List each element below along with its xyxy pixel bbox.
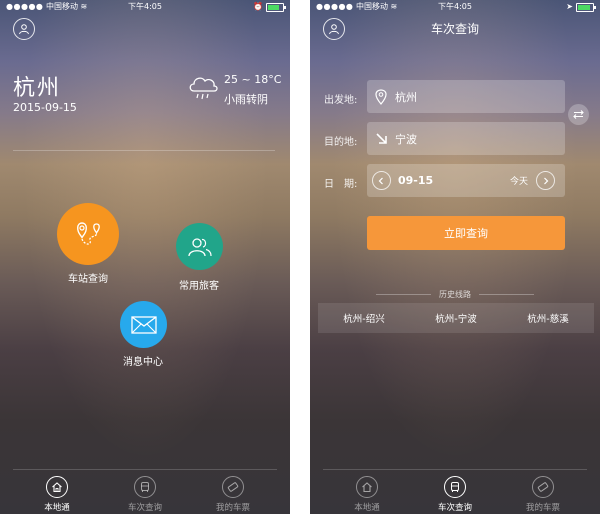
tab-bar: 本地通 车次查询 我的车票 bbox=[323, 469, 587, 514]
status-bar: ●●●●● 中国移动 ≋ 下午4:05 ➤ bbox=[310, 0, 600, 14]
tab-train-query-label: 车次查询 bbox=[437, 503, 472, 513]
status-bar: ●●●●● 中国移动 ≋ 下午4:05 ⏰ bbox=[0, 0, 290, 14]
date-label: 日 期: bbox=[324, 179, 358, 190]
battery-icon bbox=[266, 2, 286, 12]
cloud-rain-icon bbox=[189, 77, 218, 100]
ticket-icon bbox=[222, 476, 244, 498]
history-title: 历史线路 bbox=[439, 290, 471, 299]
swap-icon bbox=[573, 110, 584, 119]
page-title: 车次查询 bbox=[430, 22, 479, 36]
history-list: 杭州-绍兴 杭州-宁波 杭州-慈溪 bbox=[318, 303, 594, 333]
date-prev-button[interactable] bbox=[371, 171, 391, 190]
alarm-icon: ⏰ bbox=[253, 2, 263, 11]
current-date: 2015-09-15 bbox=[13, 101, 77, 114]
location-arrow-icon: ➤ bbox=[566, 2, 573, 11]
user-icon bbox=[19, 24, 29, 35]
history-header: 历史线路 bbox=[310, 289, 600, 300]
query-screen: ●●●●● 中国移动 ≋ 下午4:05 ➤ 车次查询 出发地: 杭州 目的地: … bbox=[310, 0, 600, 514]
date-prev-wrap bbox=[367, 171, 395, 190]
background bbox=[310, 0, 600, 514]
station-query-label: 车站查询 bbox=[68, 274, 108, 285]
from-label: 出发地: bbox=[324, 95, 358, 106]
user-profile-button[interactable] bbox=[13, 18, 35, 40]
date-value: 09-15 bbox=[398, 174, 434, 187]
bus-icon bbox=[134, 476, 156, 498]
city-name[interactable]: 杭州 bbox=[13, 70, 61, 102]
chevron-right-icon bbox=[543, 177, 548, 184]
temperature: 25 ~ 18°C bbox=[224, 73, 282, 86]
weather-description: 小雨转阴 bbox=[224, 93, 268, 106]
to-label: 目的地: bbox=[324, 137, 358, 148]
tab-bar: 本地通 车次查询 我的车票 bbox=[13, 469, 277, 514]
tab-train-query[interactable]: 车次查询 bbox=[411, 470, 499, 514]
history-item[interactable]: 杭州-宁波 bbox=[410, 303, 502, 333]
tab-train-query-label: 车次查询 bbox=[127, 503, 162, 513]
divider bbox=[479, 294, 534, 295]
arrow-down-right-icon bbox=[367, 132, 395, 145]
tab-local[interactable]: 本地通 bbox=[323, 470, 411, 514]
history-item[interactable]: 杭州-慈溪 bbox=[502, 303, 594, 333]
home-icon bbox=[46, 476, 68, 498]
tab-local-label: 本地通 bbox=[354, 503, 380, 513]
date-day: 今天 bbox=[509, 177, 528, 187]
to-value: 宁波 bbox=[395, 132, 417, 146]
tab-train-query[interactable]: 车次查询 bbox=[101, 470, 189, 514]
divider bbox=[376, 294, 431, 295]
tab-my-tickets[interactable]: 我的车票 bbox=[499, 470, 587, 514]
date-next-button[interactable] bbox=[536, 171, 555, 190]
tab-local[interactable]: 本地通 bbox=[13, 470, 101, 514]
status-time: 下午4:05 bbox=[438, 2, 472, 11]
tab-local-label: 本地通 bbox=[44, 503, 70, 513]
from-field[interactable]: 杭州 bbox=[367, 80, 565, 113]
message-center-label: 消息中心 bbox=[123, 357, 163, 368]
bus-icon bbox=[444, 476, 466, 498]
frequent-passengers-label: 常用旅客 bbox=[179, 281, 219, 292]
users-icon bbox=[187, 237, 212, 256]
status-right: ⏰ bbox=[253, 0, 286, 14]
home-screen: ●●●●● 中国移动 ≋ 下午4:05 ⏰ 杭州 2015-09-15 25 ~… bbox=[0, 0, 290, 514]
tab-my-tickets-label: 我的车票 bbox=[525, 503, 560, 513]
to-field[interactable]: 宁波 bbox=[367, 122, 565, 155]
frequent-passengers-button[interactable] bbox=[176, 223, 223, 270]
battery-icon bbox=[576, 2, 596, 12]
location-pin-icon bbox=[367, 88, 395, 105]
from-value: 杭州 bbox=[395, 90, 417, 104]
status-time: 下午4:05 bbox=[128, 2, 162, 11]
mail-icon bbox=[130, 315, 157, 334]
home-icon bbox=[356, 476, 378, 498]
ticket-icon bbox=[532, 476, 554, 498]
chevron-left-icon bbox=[378, 177, 383, 184]
map-route-icon bbox=[77, 222, 100, 245]
search-button[interactable]: 立即查询 bbox=[367, 216, 565, 250]
station-query-button[interactable] bbox=[57, 203, 119, 265]
message-center-button[interactable] bbox=[120, 301, 167, 348]
swap-button[interactable] bbox=[568, 104, 589, 125]
status-right: ➤ bbox=[566, 0, 596, 14]
tab-my-tickets[interactable]: 我的车票 bbox=[189, 470, 277, 514]
history-item[interactable]: 杭州-绍兴 bbox=[318, 303, 410, 333]
tab-my-tickets-label: 我的车票 bbox=[215, 503, 250, 513]
date-field[interactable]: 09-15 今天 bbox=[367, 164, 565, 197]
divider bbox=[13, 150, 275, 151]
